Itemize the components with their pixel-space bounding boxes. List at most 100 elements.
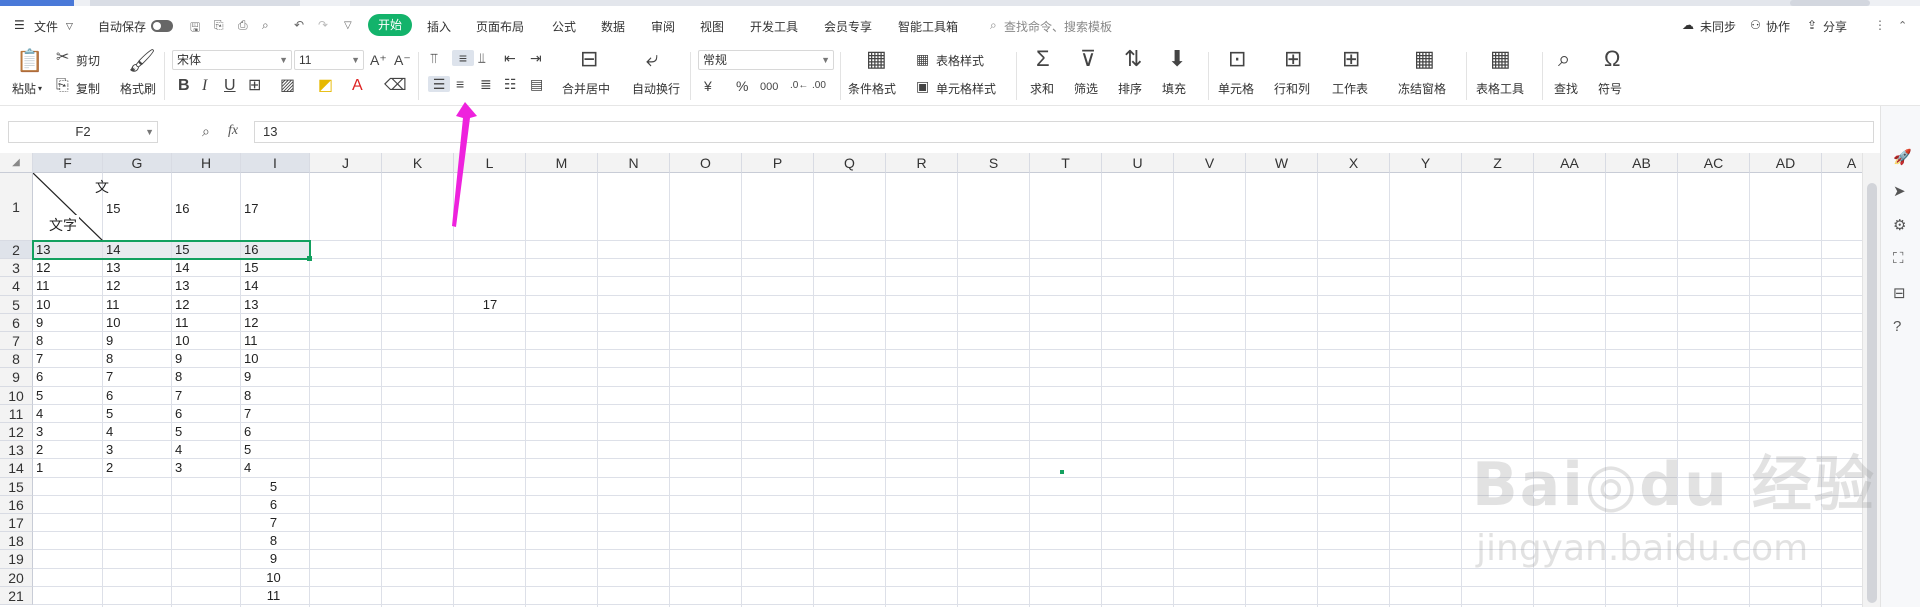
sort-button[interactable]: 排序 bbox=[1118, 80, 1142, 97]
tab-smart-tools[interactable]: 智能工具箱 bbox=[898, 18, 958, 35]
table-cell[interactable]: 7 bbox=[36, 351, 43, 366]
justify-icon[interactable]: ☷ bbox=[504, 76, 517, 92]
export-icon[interactable]: ⎘ bbox=[214, 18, 224, 33]
row-header-12[interactable]: 12 bbox=[0, 423, 33, 442]
paste-dropdown-icon[interactable]: ▾ bbox=[38, 84, 42, 93]
table-cell[interactable]: 4 bbox=[244, 460, 251, 475]
cell-button[interactable]: 单元格 bbox=[1218, 80, 1254, 97]
column-header-p[interactable]: P bbox=[742, 153, 814, 173]
print-icon[interactable]: ⎙ bbox=[238, 18, 248, 33]
tab-review[interactable]: 审阅 bbox=[651, 18, 675, 35]
table-cell[interactable]: 11 bbox=[106, 297, 120, 312]
conditional-format-button[interactable]: 条件格式 bbox=[848, 80, 896, 97]
table-cell[interactable]: 14 bbox=[244, 278, 258, 293]
brush-icon[interactable]: 🖌 bbox=[128, 50, 156, 72]
fill-color-icon[interactable]: ◩ bbox=[318, 78, 333, 94]
file-menu[interactable]: 文件 bbox=[34, 18, 58, 35]
row-header-17[interactable]: 17 bbox=[0, 514, 33, 533]
scissors-icon[interactable]: ✂ bbox=[56, 50, 69, 66]
table-tools-icon[interactable]: ▦ bbox=[1490, 48, 1511, 70]
row-header-16[interactable]: 16 bbox=[0, 495, 33, 514]
table-cell[interactable]: 10 bbox=[106, 315, 120, 330]
tab-member[interactable]: 会员专享 bbox=[824, 18, 872, 35]
row-header-19[interactable]: 19 bbox=[0, 550, 33, 569]
eraser-icon[interactable]: ⌫ bbox=[384, 78, 407, 94]
percent-button[interactable]: % bbox=[736, 78, 748, 94]
align-center-icon[interactable]: ≡ bbox=[456, 76, 464, 92]
table-cell[interactable]: 1 bbox=[36, 460, 43, 475]
cell-row1[interactable]: 16 bbox=[175, 201, 189, 216]
formula-input[interactable]: 13 bbox=[254, 121, 1874, 143]
table-cell[interactable]: 7 bbox=[106, 369, 113, 384]
column-header-ac[interactable]: AC bbox=[1678, 153, 1750, 173]
align-top-icon[interactable]: ⫪ bbox=[430, 50, 438, 66]
column-header-a[interactable]: A bbox=[1822, 153, 1862, 173]
align-middle-icon[interactable]: ≡ bbox=[452, 50, 474, 66]
hamburger-icon[interactable]: ☰ bbox=[14, 18, 25, 32]
wrap-text-icon[interactable]: ⤶ bbox=[646, 48, 658, 70]
sum-icon[interactable]: Σ bbox=[1036, 48, 1050, 70]
collapse-ribbon-icon[interactable]: ⌃ bbox=[1898, 19, 1907, 32]
italic-icon[interactable]: I bbox=[202, 78, 207, 94]
column-header-z[interactable]: Z bbox=[1462, 153, 1534, 173]
table-cell[interactable]: 10 bbox=[244, 351, 258, 366]
table-cell[interactable]: 5 bbox=[244, 442, 251, 457]
collab-button[interactable]: 协作 bbox=[1766, 18, 1790, 35]
fill-button[interactable]: 填充 bbox=[1162, 80, 1186, 97]
table-cell[interactable]: 2 bbox=[106, 460, 113, 475]
table-cell[interactable]: 12 bbox=[36, 260, 50, 275]
align-left-icon[interactable]: ☰ bbox=[428, 76, 450, 92]
select-all-corner[interactable]: ◢ bbox=[0, 153, 33, 173]
font-color-icon[interactable]: A bbox=[352, 78, 363, 94]
freeze-button[interactable]: 冻结窗格 bbox=[1398, 80, 1446, 97]
paste-button[interactable]: 粘贴 bbox=[12, 80, 36, 97]
table-cell[interactable]: 5 bbox=[175, 424, 182, 439]
cursor-icon[interactable]: ➤ bbox=[1893, 182, 1906, 200]
filter-button[interactable]: 筛选 bbox=[1074, 80, 1098, 97]
tab-page-layout[interactable]: 页面布局 bbox=[476, 18, 524, 35]
freeze-icon[interactable]: ▦ bbox=[1414, 48, 1435, 70]
row-col-icon[interactable]: ⊞ bbox=[1284, 48, 1302, 70]
fx-button[interactable]: fx bbox=[228, 123, 238, 139]
row-header-1[interactable]: 1 bbox=[0, 173, 33, 241]
omega-icon[interactable]: Ω bbox=[1604, 48, 1620, 70]
indent-increase-icon[interactable]: ⇥ bbox=[530, 50, 542, 66]
sum-button[interactable]: 求和 bbox=[1030, 80, 1054, 97]
filter-icon[interactable]: ⊽ bbox=[1080, 48, 1096, 70]
row-header-3[interactable]: 3 bbox=[0, 259, 33, 278]
table-cell[interactable]: 8 bbox=[175, 369, 182, 384]
sliders-icon[interactable]: ⚙ bbox=[1893, 216, 1906, 234]
tab-view[interactable]: 视图 bbox=[700, 18, 724, 35]
table-cell[interactable]: 6 bbox=[175, 406, 182, 421]
table-cell[interactable]: 14 bbox=[175, 260, 189, 275]
column-header-k[interactable]: K bbox=[382, 153, 454, 173]
table-cell[interactable]: 10 bbox=[36, 297, 50, 312]
fill-style-icon[interactable]: ▨ bbox=[280, 78, 295, 94]
row-header-20[interactable]: 20 bbox=[0, 568, 33, 587]
font-name-select[interactable]: 宋体 ▼ bbox=[172, 50, 292, 70]
copy-icon[interactable]: ⎘ bbox=[56, 78, 69, 94]
crop-icon[interactable]: ⛶ bbox=[1893, 250, 1904, 267]
table-style-button[interactable]: 表格样式 bbox=[936, 52, 984, 69]
column-header-n[interactable]: N bbox=[598, 153, 670, 173]
cell-row1[interactable]: 17 bbox=[244, 201, 258, 216]
row-header-11[interactable]: 11 bbox=[0, 404, 33, 423]
fill-handle[interactable] bbox=[307, 256, 312, 262]
border-icon[interactable]: ⊞ bbox=[248, 78, 261, 94]
vertical-scrollbar[interactable] bbox=[1862, 153, 1880, 607]
row-header-2[interactable]: 2 bbox=[0, 241, 33, 260]
column-header-t[interactable]: T bbox=[1030, 153, 1102, 173]
column-header-r[interactable]: R bbox=[886, 153, 958, 173]
table-cell[interactable]: 12 bbox=[175, 297, 189, 312]
table-cell[interactable]: 9 bbox=[244, 369, 251, 384]
table-tools-button[interactable]: 表格工具 bbox=[1476, 80, 1524, 97]
table-cell[interactable]: 9 bbox=[175, 351, 182, 366]
archive-icon[interactable]: ⊟ bbox=[1893, 284, 1906, 302]
paste-icon[interactable]: 📋 bbox=[16, 50, 43, 72]
column-header-v[interactable]: V bbox=[1174, 153, 1246, 173]
sort-icon[interactable]: ⇅ bbox=[1124, 48, 1142, 70]
command-search[interactable]: 查找命令、搜索模板 bbox=[1004, 18, 1112, 35]
table-cell[interactable]: 11 bbox=[175, 315, 189, 330]
name-box[interactable]: F2 ▼ bbox=[8, 121, 158, 143]
font-grow-icon[interactable]: A⁺ bbox=[370, 52, 387, 68]
